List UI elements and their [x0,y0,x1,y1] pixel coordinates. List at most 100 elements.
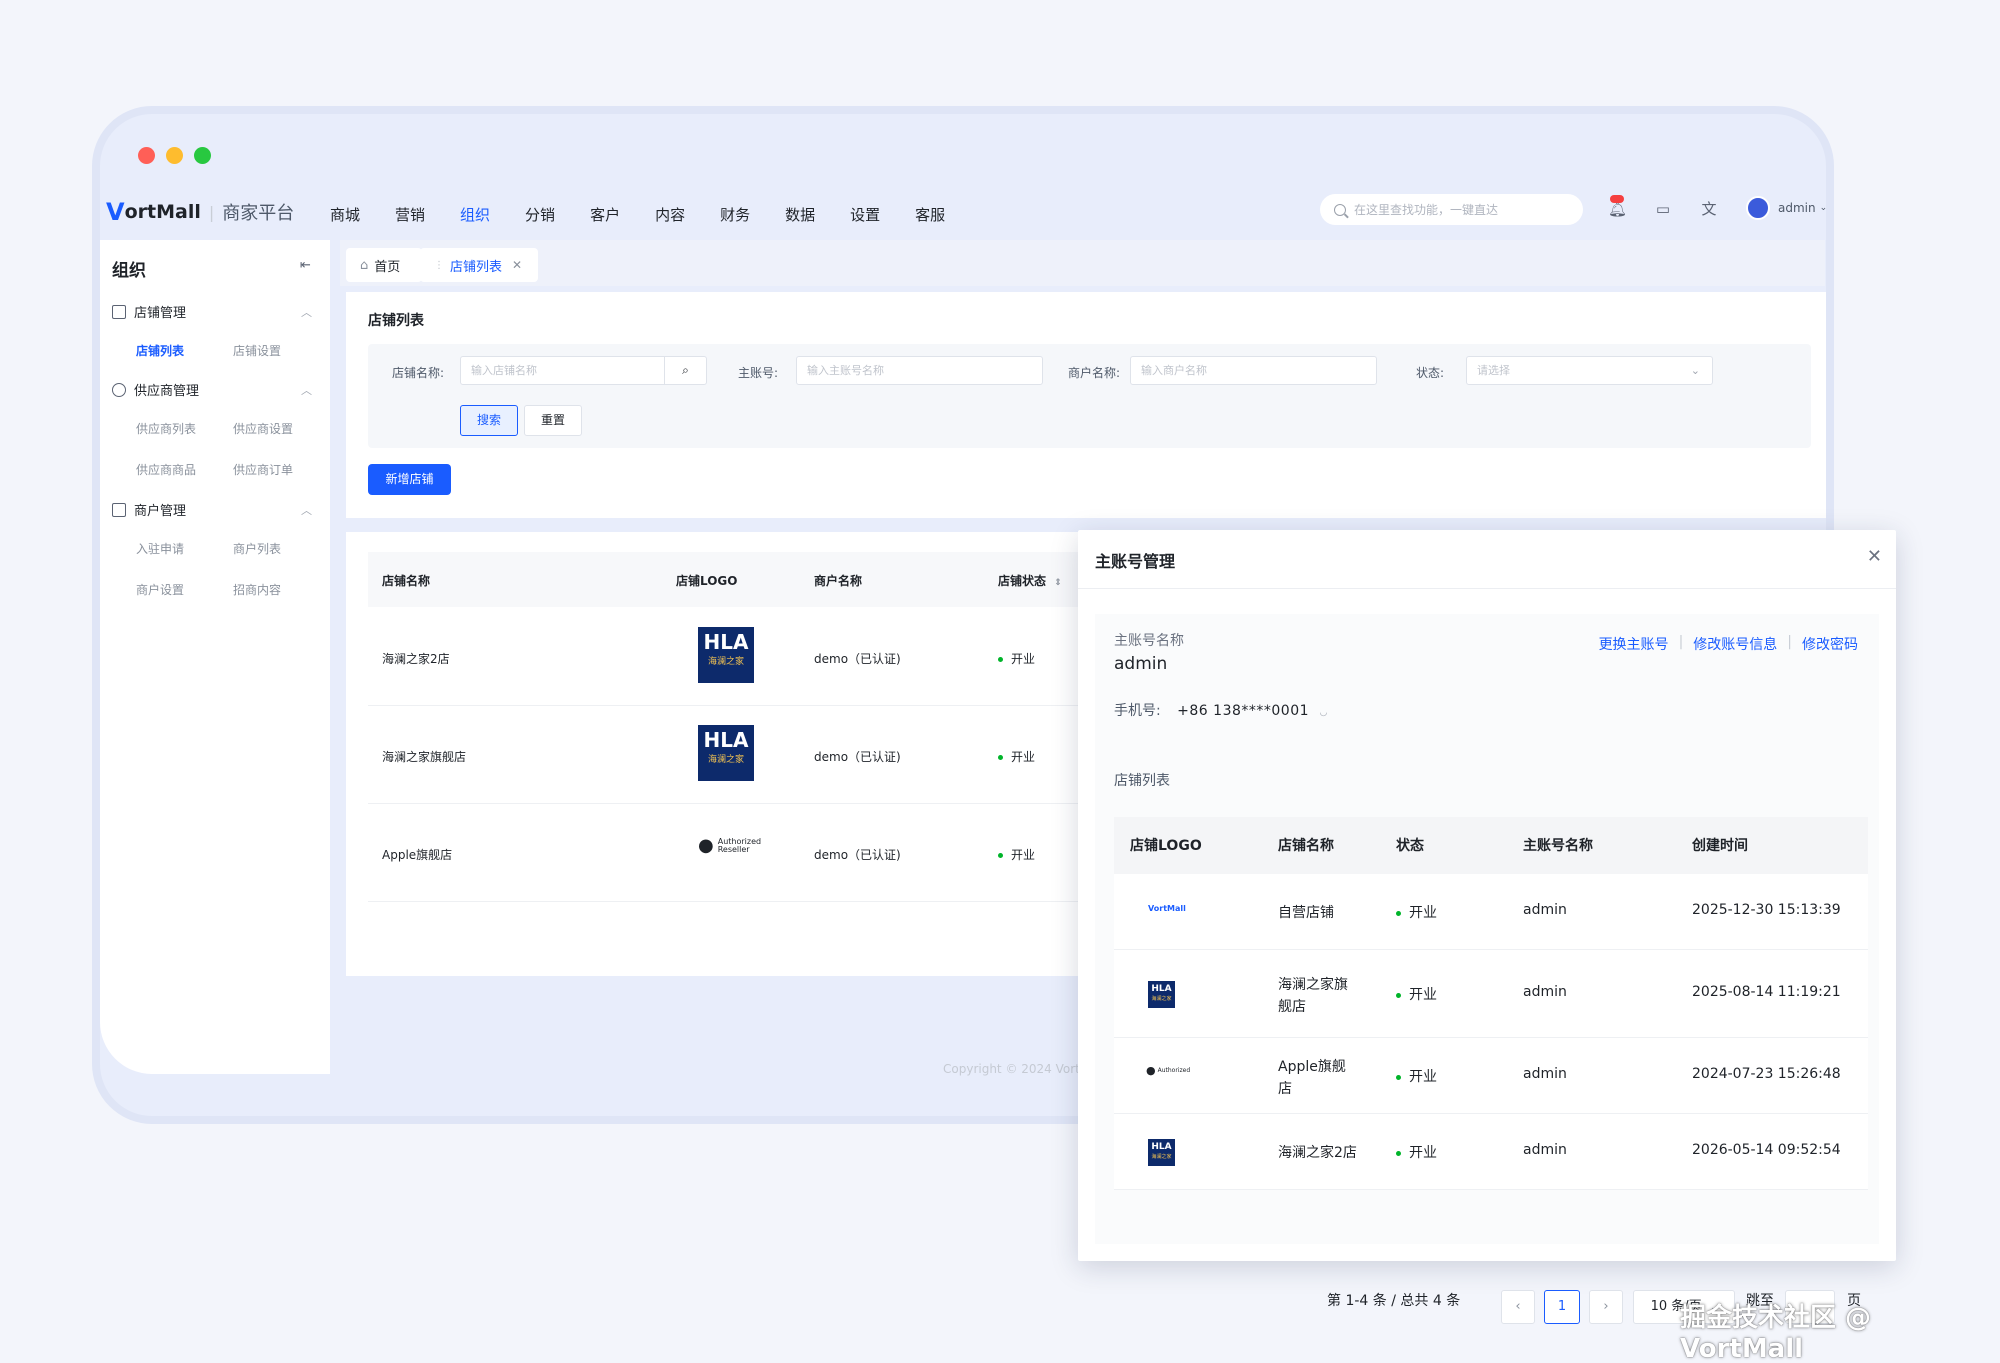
store-name-input[interactable]: 输入店铺名称 ⌕ [460,356,707,385]
column-header: 店铺LOGO [1130,838,1202,854]
merchant-name: demo（已认证) [814,652,901,666]
sidebar-group-store[interactable]: 店铺管理 ︿ [112,302,320,321]
account-card: 主账号名称 admin 更换主账号 | 修改账号信息 | 修改密码 手机号: +… [1095,614,1879,1324]
logo[interactable]: V ortMall | 商家平台 [106,198,294,226]
sidebar-item-merchant-list[interactable]: 商户列表 [233,540,281,557]
sidebar-item-applications[interactable]: 入驻申请 [136,540,184,557]
nav-item[interactable]: 财务 [720,204,750,225]
eye-icon[interactable]: ◡ [1319,708,1327,718]
filter-form: 店铺名称: 输入店铺名称 ⌕ 主账号: 输入主账号名称 商户名称: 输入商户名称… [368,344,1811,448]
table-row[interactable]: HLA 海澜之家 海澜之家2店 开业 admin 2026-05-14 09:52:54 [1114,1114,1868,1190]
minimize-window-button[interactable] [166,147,183,164]
user-menu[interactable]: admin ⌄ [1746,196,1826,220]
edit-account-link[interactable]: 修改账号信息 [1693,634,1777,654]
store-name: 自营店铺 [1278,905,1334,921]
column-header: 主账号名称 [1523,838,1593,854]
inbox-icon[interactable]: ▭ [1654,200,1672,218]
bell-icon[interactable]: 🔔︎ [1608,195,1627,218]
sidebar-item-supplier-settings[interactable]: 供应商设置 [233,420,293,437]
table-row[interactable]: ● Authorized Apple旗舰店 开业 admin 2024-07-23 15:… [1114,1038,1868,1114]
search-button[interactable]: 搜索 [460,405,518,436]
phone-label: 手机号: [1114,703,1161,719]
merchant-input[interactable]: 输入商户名称 [1130,356,1377,385]
global-search[interactable]: 在这里查找功能，一键直达 [1320,194,1583,225]
sidebar-item-recruit-content[interactable]: 招商内容 [233,581,281,598]
change-password-link[interactable]: 修改密码 [1802,634,1858,654]
platform-name: 商家平台 [222,203,295,224]
column-header: 创建时间 [1692,838,1748,854]
sidebar: 组织 ⇤ 店铺管理 ︿ 店铺列表 店铺设置 供应商管理 ︿ 供应商列表 供应商设… [100,240,330,1074]
account-input[interactable]: 输入主账号名称 [796,356,1043,385]
tab-home[interactable]: ⌂ 首页 [346,248,422,282]
add-store-button[interactable]: 新增店铺 [368,464,451,495]
vortmall-logo: VortMall [1148,904,1186,913]
account-modal: 主账号管理 ✕ 主账号名称 admin 更换主账号 | 修改账号信息 | 修改密… [1078,530,1896,1324]
nav-item[interactable]: 组织 [460,204,490,225]
merchant-name: demo（已认证) [814,848,901,862]
column-header: 商户名称 [814,574,863,588]
home-icon: ⌂ [360,257,369,273]
translate-icon[interactable]: 文 [1700,200,1718,218]
modal-title: 主账号管理 [1095,552,1176,571]
table-row[interactable]: VortMall 自营店铺 开业 admin 2025-12-30 15:13:39 [1114,874,1868,950]
nav-item[interactable]: 设置 [850,204,880,225]
status-select[interactable]: 请选择 ⌄ [1466,356,1713,385]
table-row[interactable]: HLA 海澜之家 海澜之家旗舰店 开业 admin 2025-08-14 11:19:21 [1114,950,1868,1038]
account-name-label: 主账号名称 [1114,633,1184,649]
avatar [1746,196,1770,220]
nav-item[interactable]: 客服 [915,204,945,225]
watermark: 掘金技术社区 @ VortMall [1680,1303,1872,1363]
chevron-down-icon: ⌄ [1690,364,1700,377]
account-name: admin [1114,654,1168,674]
sidebar-item-supplier-orders[interactable]: 供应商订单 [233,461,293,478]
reset-button[interactable]: 重置 [524,405,582,436]
prev-page-button[interactable]: ‹ [1501,1290,1535,1324]
brand-name: ortMall [124,201,201,223]
sort-icon: ⇕ [1054,578,1062,588]
sidebar-group-supplier[interactable]: 供应商管理 ︿ [112,380,320,399]
tab-store-list[interactable]: ⋮ 店铺列表 ✕ [420,248,538,282]
change-account-link[interactable]: 更换主账号 [1599,634,1669,654]
sidebar-item-store-settings[interactable]: 店铺设置 [233,342,281,359]
pagination-summary: 第 1-4 条 / 总共 4 条 [1327,1293,1461,1309]
hla-logo: HLA 海澜之家 [698,627,754,683]
copyright: Copyright © 2024 Vort [943,1062,1080,1076]
maximize-window-button[interactable] [194,147,211,164]
sidebar-item-merchant-settings[interactable]: 商户设置 [136,581,184,598]
close-icon[interactable]: ✕ [1867,546,1882,567]
hla-logo: HLA 海澜之家 [1148,981,1175,1008]
phone-row: 手机号: +86 138****0001 ◡ [1114,700,1327,720]
account-name: admin [1523,902,1567,918]
nav-item[interactable]: 数据 [785,204,815,225]
search-icon[interactable]: ⌕ [664,357,706,384]
page-button-1[interactable]: 1 [1544,1290,1580,1324]
nav-item[interactable]: 客户 [590,204,620,225]
column-header-sortable[interactable]: 店铺状态 ⇕ [998,572,1062,589]
nav-item[interactable]: 营销 [395,204,425,225]
close-window-button[interactable] [138,147,155,164]
sidebar-item-supplier-products[interactable]: 供应商商品 [136,461,196,478]
sidebar-group-label: 商户管理 [134,504,187,519]
sidebar-item-supplier-list[interactable]: 供应商列表 [136,420,196,437]
account-label: 主账号: [738,366,779,380]
next-page-button[interactable]: › [1589,1290,1623,1324]
created-time: 2026-05-14 09:52:54 [1692,1142,1841,1158]
column-header: 店铺名称 [1278,838,1334,854]
main-nav: 商城 营销 组织 分销 客户 内容 财务 数据 设置 客服 [330,204,945,225]
page-tabs: ⌂ 首页 ⋮ 店铺列表 ✕ [340,240,1825,286]
cube-icon [112,382,126,397]
nav-item[interactable]: 分销 [525,204,555,225]
account-name: admin [1523,1142,1567,1158]
nav-item[interactable]: 商城 [330,204,360,225]
collapse-sidebar-icon[interactable]: ⇤ [300,258,311,273]
status-badge: 开业 [1396,902,1437,922]
close-icon[interactable]: ✕ [512,258,522,272]
status-badge: 开业 [1396,1142,1437,1162]
created-time: 2025-08-14 11:19:21 [1692,984,1841,1000]
sidebar-group-merchant[interactable]: 商户管理 ︿ [112,500,320,519]
sidebar-item-store-list[interactable]: 店铺列表 [136,342,184,359]
filter-panel: 店铺列表 店铺名称: 输入店铺名称 ⌕ 主账号: 输入主账号名称 商户名称: 输… [346,292,1826,518]
status-badge: 开业 [998,650,1035,667]
status-badge: 开业 [1396,1066,1437,1086]
nav-item[interactable]: 内容 [655,204,685,225]
